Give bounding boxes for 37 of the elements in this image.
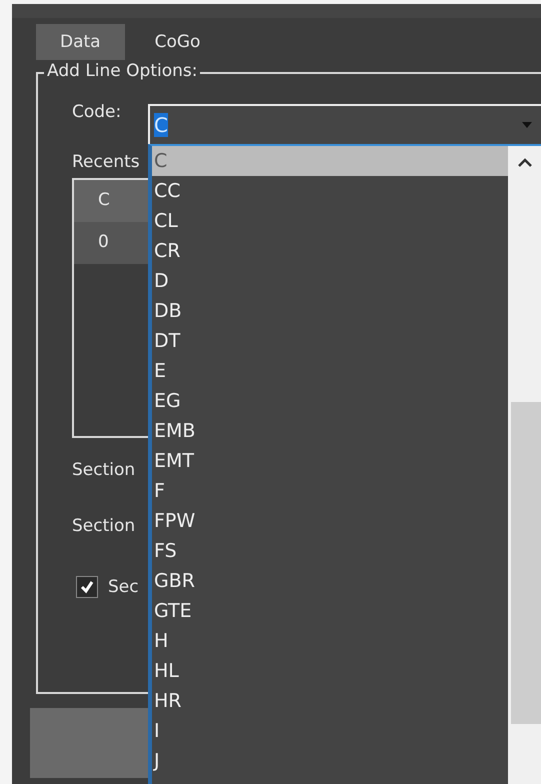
- checkmark-icon: [79, 579, 95, 595]
- scroll-up-icon[interactable]: [518, 158, 532, 167]
- dropdown-item[interactable]: EMB: [152, 416, 508, 446]
- section-label: Section: [72, 460, 136, 480]
- dropdown-item[interactable]: CL: [152, 206, 508, 236]
- dropdown-item[interactable]: EG: [152, 386, 508, 416]
- dropdown-item[interactable]: HL: [152, 656, 508, 686]
- dropdown-item[interactable]: DB: [152, 296, 508, 326]
- checkbox-label: Sec: [108, 577, 139, 597]
- dropdown-item[interactable]: GTE: [152, 596, 508, 626]
- dropdown-item[interactable]: EMT: [152, 446, 508, 476]
- tab[interactable]: Data: [36, 24, 125, 60]
- dropdown-item[interactable]: CR: [152, 236, 508, 266]
- dropdown-item[interactable]: H: [152, 626, 508, 656]
- dropdown-item[interactable]: FPW: [152, 506, 508, 536]
- dropdown-item[interactable]: C: [152, 146, 508, 176]
- dropdown-item[interactable]: F: [152, 476, 508, 506]
- dropdown-item[interactable]: HR: [152, 686, 508, 716]
- dropdown-item[interactable]: CC: [152, 176, 508, 206]
- code-label: Code:: [72, 102, 122, 122]
- dropdown-item[interactable]: GBR: [152, 566, 508, 596]
- code-combo-box[interactable]: C: [148, 104, 541, 146]
- dropdown-item[interactable]: I: [152, 716, 508, 746]
- tab[interactable]: CoGo: [130, 24, 224, 60]
- recents-label: Recents: [72, 152, 140, 172]
- dropdown-item[interactable]: D: [152, 266, 508, 296]
- dropdown-item[interactable]: E: [152, 356, 508, 386]
- section-label: Section: [72, 516, 136, 536]
- dropdown-item[interactable]: DT: [152, 326, 508, 356]
- combo-value: C: [154, 113, 168, 137]
- scrollbar[interactable]: [508, 146, 541, 784]
- caret-icon: [522, 122, 532, 128]
- dropdown-item[interactable]: FS: [152, 536, 508, 566]
- dropdown-item[interactable]: J: [152, 746, 508, 776]
- checkbox[interactable]: [76, 576, 98, 598]
- group-title: Add Line Options:: [44, 61, 200, 81]
- scrollbar-thumb[interactable]: [511, 402, 541, 724]
